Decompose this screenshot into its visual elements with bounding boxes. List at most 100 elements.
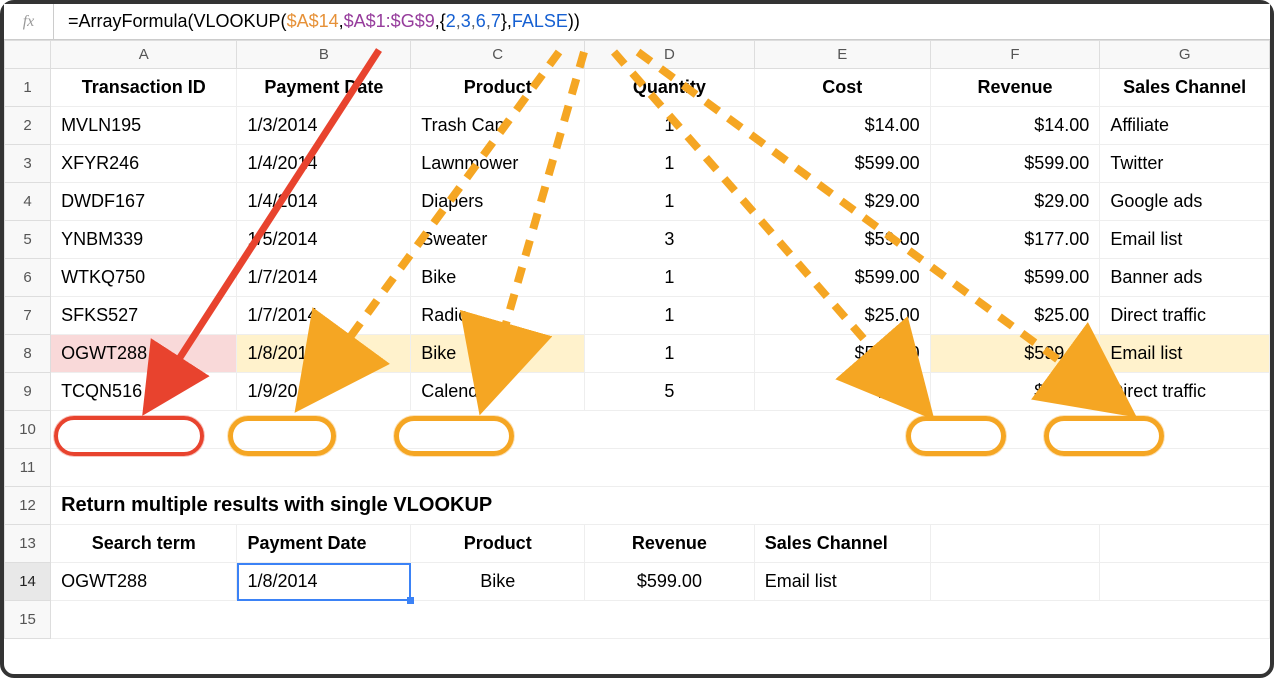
header-transaction-id[interactable]: Transaction ID — [51, 69, 237, 107]
cell[interactable]: 1 — [585, 297, 755, 335]
row-1[interactable]: 1 — [5, 69, 51, 107]
row-5[interactable]: 5 — [5, 221, 51, 259]
cell[interactable]: $599.00 — [754, 259, 930, 297]
cell[interactable]: Email list — [1100, 221, 1270, 259]
row-8[interactable]: 8 — [5, 335, 51, 373]
row-4[interactable]: 4 — [5, 183, 51, 221]
row-10[interactable]: 10 — [5, 411, 51, 449]
cell[interactable]: Trash Can — [411, 107, 585, 145]
cell[interactable]: $14.00 — [930, 107, 1100, 145]
cell[interactable]: 1/9/2014 — [237, 373, 411, 411]
col-G[interactable]: G — [1100, 41, 1270, 69]
cell[interactable]: SFKS527 — [51, 297, 237, 335]
row-2[interactable]: 2 — [5, 107, 51, 145]
cell[interactable]: Sweater — [411, 221, 585, 259]
cell[interactable]: $15.00 — [930, 373, 1100, 411]
cell[interactable]: $3.00 — [754, 373, 930, 411]
cell[interactable]: $25.00 — [930, 297, 1100, 335]
cell[interactable]: 3 — [585, 221, 755, 259]
cell[interactable]: $29.00 — [930, 183, 1100, 221]
result-header-product[interactable]: Product — [411, 525, 585, 563]
row-9[interactable]: 9 — [5, 373, 51, 411]
cell[interactable]: Email list — [1100, 335, 1270, 373]
cell[interactable]: 5 — [585, 373, 755, 411]
cell[interactable]: 1/8/2014 — [237, 335, 411, 373]
col-A[interactable]: A — [51, 41, 237, 69]
row-7[interactable]: 7 — [5, 297, 51, 335]
cell[interactable]: 1 — [585, 183, 755, 221]
header-payment-date[interactable]: Payment Date — [237, 69, 411, 107]
header-quantity[interactable]: Quantity — [585, 69, 755, 107]
cell[interactable]: XFYR246 — [51, 145, 237, 183]
row-3[interactable]: 3 — [5, 145, 51, 183]
cell[interactable]: 1/7/2014 — [237, 259, 411, 297]
cell[interactable]: Affiliate — [1100, 107, 1270, 145]
header-product[interactable]: Product — [411, 69, 585, 107]
cell[interactable]: Lawnmower — [411, 145, 585, 183]
result-search-term[interactable]: OGWT288 — [51, 563, 237, 601]
cell[interactable]: 1 — [585, 107, 755, 145]
cell[interactable]: $599.00 — [930, 259, 1100, 297]
cell[interactable]: TCQN516 — [51, 373, 237, 411]
cell[interactable]: 1 — [585, 259, 755, 297]
cell[interactable]: 1 — [585, 335, 755, 373]
cell[interactable]: 1/4/2014 — [237, 145, 411, 183]
section-title[interactable]: Return multiple results with single VLOO… — [51, 487, 1270, 525]
cell[interactable]: 1/4/2014 — [237, 183, 411, 221]
formula-input[interactable]: =ArrayFormula(VLOOKUP($A$14,$A$1:$G$9,{2… — [54, 11, 1270, 32]
fill-handle[interactable] — [407, 597, 414, 604]
cell[interactable]: 1/3/2014 — [237, 107, 411, 145]
cell[interactable]: Diapers — [411, 183, 585, 221]
cell[interactable]: MVLN195 — [51, 107, 237, 145]
cell[interactable]: $29.00 — [754, 183, 930, 221]
result-header-revenue[interactable]: Revenue — [585, 525, 755, 563]
cell[interactable]: YNBM339 — [51, 221, 237, 259]
col-B[interactable]: B — [237, 41, 411, 69]
cell[interactable]: Google ads — [1100, 183, 1270, 221]
cell-lookup-key[interactable]: OGWT288 — [51, 335, 237, 373]
cell[interactable]: $14.00 — [754, 107, 930, 145]
cell[interactable]: $25.00 — [754, 297, 930, 335]
row-11[interactable]: 11 — [5, 449, 51, 487]
select-all-corner[interactable] — [5, 41, 51, 69]
cell[interactable]: WTKQ750 — [51, 259, 237, 297]
cell[interactable]: Twitter — [1100, 145, 1270, 183]
header-cost[interactable]: Cost — [754, 69, 930, 107]
cell[interactable]: $177.00 — [930, 221, 1100, 259]
result-channel[interactable]: Email list — [754, 563, 930, 601]
result-header-channel[interactable]: Sales Channel — [754, 525, 930, 563]
row-15[interactable]: 15 — [5, 601, 51, 639]
col-F[interactable]: F — [930, 41, 1100, 69]
spreadsheet-grid[interactable]: A B C D E F G 1 Transaction ID Payment D… — [4, 40, 1270, 639]
col-D[interactable]: D — [585, 41, 755, 69]
cell[interactable]: $59.00 — [754, 221, 930, 259]
result-header-payment[interactable]: Payment Date — [237, 525, 411, 563]
result-revenue[interactable]: $599.00 — [585, 563, 755, 601]
cell[interactable]: Bike — [411, 259, 585, 297]
cell[interactable]: $599.00 — [754, 145, 930, 183]
row-6[interactable]: 6 — [5, 259, 51, 297]
col-C[interactable]: C — [411, 41, 585, 69]
cell[interactable]: Radio — [411, 297, 585, 335]
cell[interactable]: Direct traffic — [1100, 373, 1270, 411]
cell[interactable]: $599.00 — [754, 335, 930, 373]
header-revenue[interactable]: Revenue — [930, 69, 1100, 107]
cell[interactable]: Direct traffic — [1100, 297, 1270, 335]
result-product[interactable]: Bike — [411, 563, 585, 601]
active-cell[interactable]: 1/8/2014 — [237, 563, 411, 601]
cell[interactable]: $599.00 — [930, 335, 1100, 373]
cell[interactable]: 1/5/2014 — [237, 221, 411, 259]
cell[interactable]: Bike — [411, 335, 585, 373]
cell[interactable]: DWDF167 — [51, 183, 237, 221]
row-12[interactable]: 12 — [5, 487, 51, 525]
cell[interactable]: $599.00 — [930, 145, 1100, 183]
cell[interactable]: Banner ads — [1100, 259, 1270, 297]
col-E[interactable]: E — [754, 41, 930, 69]
row-14[interactable]: 14 — [5, 563, 51, 601]
row-13[interactable]: 13 — [5, 525, 51, 563]
cell[interactable]: 1 — [585, 145, 755, 183]
result-header-search[interactable]: Search term — [51, 525, 237, 563]
cell[interactable]: Calender — [411, 373, 585, 411]
cell[interactable]: 1/7/2014 — [237, 297, 411, 335]
header-sales-channel[interactable]: Sales Channel — [1100, 69, 1270, 107]
